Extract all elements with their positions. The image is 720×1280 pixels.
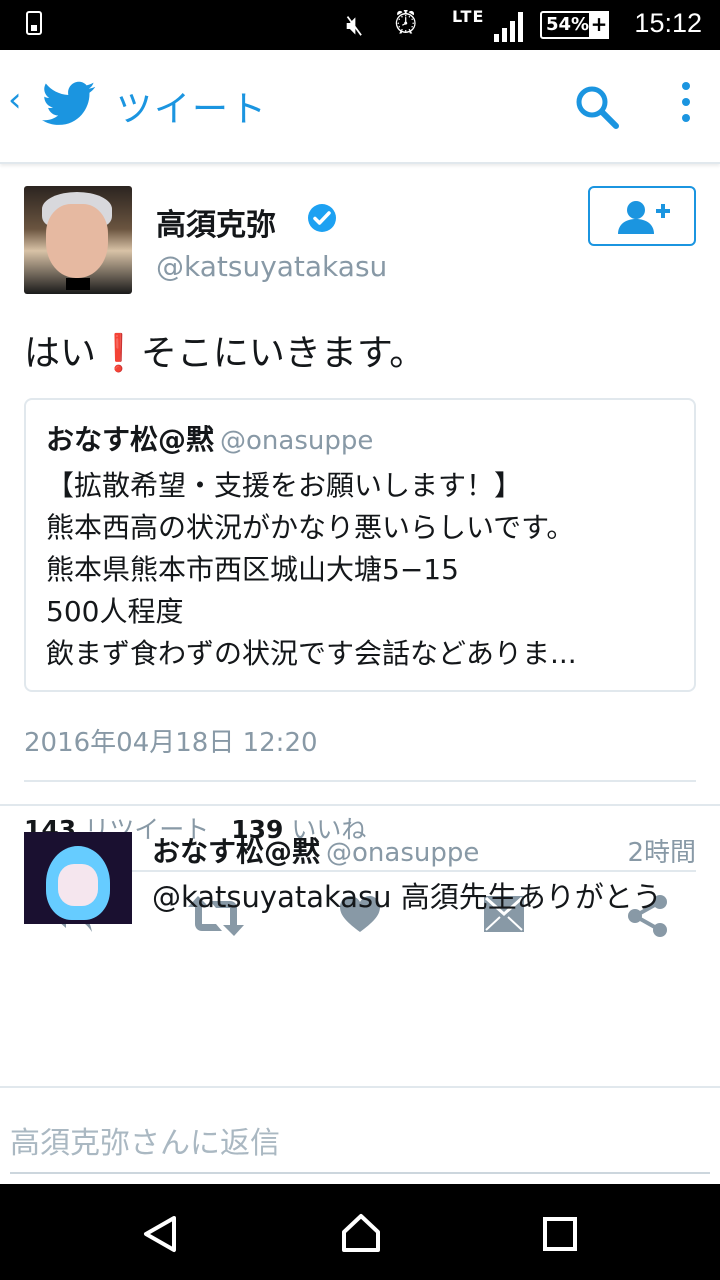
quoted-tweet[interactable]: おなす松@黙 @onasuppe 【拡散希望・支援をお願いします！】 熊本西高の状…: [24, 398, 696, 692]
twitter-bird-icon[interactable]: [42, 80, 96, 128]
reply-header: おなす松@黙 @onasuppe: [152, 830, 479, 870]
quoted-tweet-header: おなす松@黙 @onasuppe: [46, 418, 373, 458]
tweet-timestamp: 2016年04月18日 12:20: [24, 728, 318, 758]
reply-input[interactable]: 高須克弥さんに返信: [10, 1118, 280, 1162]
home-icon[interactable]: [340, 1212, 382, 1254]
author-handle[interactable]: @katsuyatakasu: [156, 250, 387, 283]
navigation-bar: [0, 1184, 720, 1280]
quoted-author-name: おなす松@黙: [46, 423, 215, 456]
charging-icon: +: [589, 11, 609, 39]
author-name[interactable]: 高須克弥: [156, 200, 276, 244]
alarm-icon: ⏰︎: [394, 6, 418, 41]
clock: 15:12: [634, 8, 702, 38]
divider: [24, 780, 696, 782]
input-underline: [10, 1172, 710, 1174]
reply-compose-bar: 高須克弥さんに返信: [0, 1086, 720, 1186]
battery-percent: 54%: [546, 14, 590, 35]
quoted-text-line: 【拡散希望・支援をお願いします！】: [46, 469, 523, 502]
tweet-text: はい❗そこにいきます。: [24, 324, 425, 376]
reply-author-handle[interactable]: @onasuppe: [326, 838, 479, 868]
reply-text: @katsuyatakasu 高須先生ありがとう: [152, 880, 662, 914]
tweet-text-main: はい: [24, 333, 97, 374]
page-title: ツイート: [116, 89, 269, 130]
app-bar: ‹ ツイート: [0, 50, 720, 164]
follow-button[interactable]: [588, 186, 696, 246]
avatar[interactable]: [24, 832, 132, 924]
avatar[interactable]: [24, 186, 132, 294]
tweet-text-rest: そこにいきます。: [140, 333, 426, 374]
quoted-text-line: 熊本西高の状況がかなり悪いらしいです。: [46, 511, 575, 544]
reply-timestamp: 2時間: [627, 838, 696, 868]
lte-label: LTE: [452, 7, 485, 26]
back-icon[interactable]: [140, 1214, 180, 1254]
status-bar: 🔇︎ ⏰︎ LTE 54% + 15:12: [0, 0, 720, 50]
search-icon[interactable]: [574, 84, 620, 130]
reply-tweet[interactable]: おなす松@黙 @onasuppe 2時間 @katsuyatakasu 高須先生あ…: [0, 806, 720, 924]
more-options-icon[interactable]: [680, 82, 692, 130]
battery-icon: 54% +: [540, 11, 609, 39]
quoted-text-line: 飲まず食わずの状況です会話などありま...: [46, 637, 577, 670]
quoted-author-handle: @onasuppe: [220, 426, 374, 456]
sim-icon: [26, 11, 42, 35]
quoted-text-line: 熊本県熊本市西区城山大塘5−15: [46, 553, 459, 586]
quoted-text-line: 500人程度: [46, 595, 184, 628]
signal-icon: [494, 12, 526, 42]
chevron-left-icon[interactable]: ‹: [8, 80, 22, 120]
exclamation-emoji: ❗: [96, 333, 141, 374]
reply-author-name[interactable]: おなす松@黙: [152, 835, 320, 868]
verified-badge-icon: [308, 204, 336, 232]
mute-icon: 🔇︎: [346, 8, 364, 41]
recent-apps-icon[interactable]: [542, 1216, 578, 1252]
add-user-icon: [618, 201, 670, 234]
